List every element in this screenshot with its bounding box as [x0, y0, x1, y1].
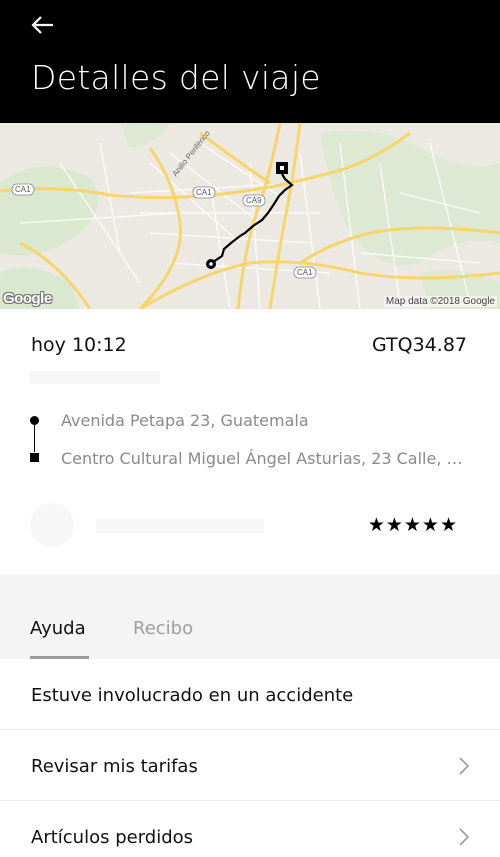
- arrow-left-icon: [31, 16, 53, 34]
- help-list: Estuve involucrado en un accidente Revis…: [0, 659, 500, 857]
- pickup-address: Avenida Petapa 23, Guatemala: [61, 411, 309, 430]
- driver-name-placeholder: [96, 519, 264, 533]
- route-connector: [34, 425, 35, 452]
- help-item-lost-items[interactable]: Artículos perdidos: [0, 801, 500, 857]
- svg-text:CA1: CA1: [297, 268, 313, 277]
- star-rating-icon: ★★★★★: [367, 514, 458, 536]
- help-item-label: Artículos perdidos: [31, 827, 194, 848]
- svg-text:CA1: CA1: [196, 188, 212, 197]
- tab-receipt[interactable]: Recibo: [133, 618, 193, 639]
- map-canvas: CA1 CA1 CA9 CA1 Anillo Periférico: [0, 123, 500, 309]
- driver-avatar: [30, 503, 74, 547]
- page-title: Detalles del viaje: [31, 58, 321, 97]
- chevron-right-icon: [459, 757, 470, 775]
- trip-time: hoy 10:12: [31, 334, 127, 356]
- help-section: Ayuda Recibo Estuve involucrado en un ac…: [0, 574, 500, 857]
- app-header: Detalles del viaje: [0, 0, 500, 123]
- svg-text:CA9: CA9: [246, 196, 262, 205]
- help-item-accident[interactable]: Estuve involucrado en un accidente: [0, 659, 500, 730]
- tab-bar: Ayuda Recibo: [0, 574, 500, 659]
- trip-price: GTQ34.87: [372, 334, 467, 356]
- map-attribution: Map data ©2018 Google: [383, 296, 497, 307]
- help-item-label: Revisar mis tarifas: [31, 756, 198, 777]
- chevron-right-icon: [459, 828, 470, 846]
- help-item-fares[interactable]: Revisar mis tarifas: [0, 730, 500, 801]
- pickup-dot-icon: [30, 416, 39, 425]
- svg-text:Anillo Periférico: Anillo Periférico: [170, 128, 212, 178]
- tab-help[interactable]: Ayuda: [30, 618, 86, 639]
- route-map[interactable]: CA1 CA1 CA9 CA1 Anillo Periférico Google…: [0, 123, 500, 309]
- svg-text:CA1: CA1: [15, 185, 31, 194]
- dropoff-square-icon: [30, 453, 39, 462]
- vehicle-info-placeholder: [30, 371, 160, 384]
- back-button[interactable]: [26, 10, 60, 40]
- trip-details: hoy 10:12 GTQ34.87 Avenida Petapa 23, Gu…: [0, 309, 500, 574]
- dropoff-address: Centro Cultural Miguel Ángel Asturias, 2…: [61, 449, 471, 468]
- help-item-label: Estuve involucrado en un accidente: [31, 685, 354, 706]
- google-logo: Google: [3, 290, 52, 307]
